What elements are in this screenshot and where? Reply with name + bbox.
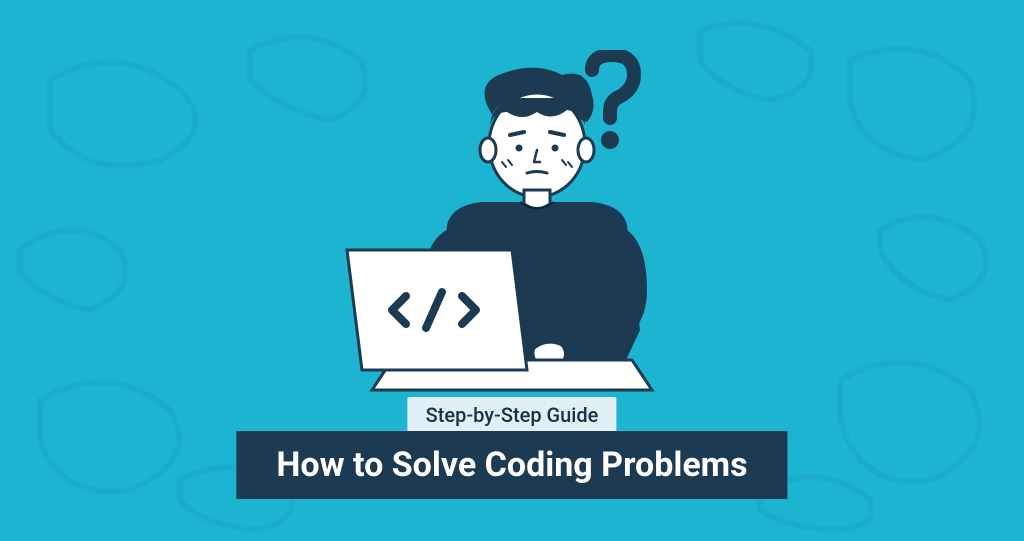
question-mark-icon <box>592 55 634 149</box>
title-container: Step-by-Step Guide How to Solve Coding P… <box>236 397 787 499</box>
main-title: How to Solve Coding Problems <box>236 431 787 499</box>
person-laptop-illustration <box>312 50 712 410</box>
subtitle-badge: Step-by-Step Guide <box>408 397 617 433</box>
